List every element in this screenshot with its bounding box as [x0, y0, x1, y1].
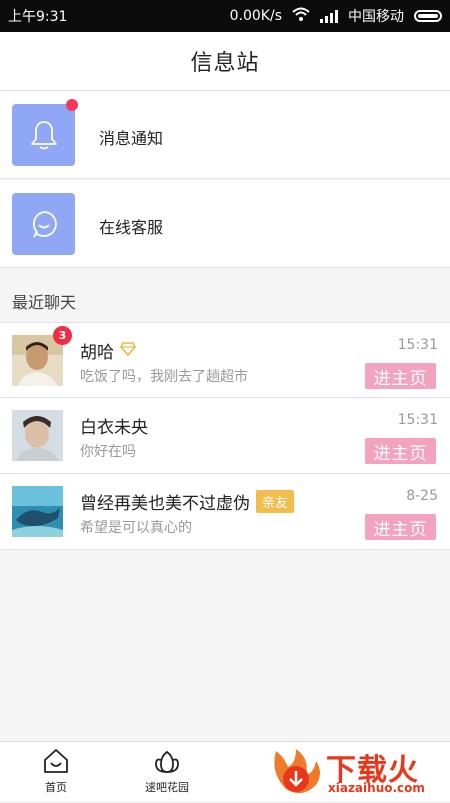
bell-icon: [12, 104, 75, 166]
page-title: 信息站: [190, 51, 260, 76]
chat-name-text: 白衣未央: [80, 418, 148, 438]
unread-badge: 3: [53, 326, 72, 345]
signal-icon: [320, 9, 338, 23]
chat-time: 15:31: [397, 337, 438, 353]
avatar: [12, 486, 63, 537]
unread-dot: [66, 99, 78, 111]
chat-bubble-icon: [12, 193, 75, 255]
chat-message: 你好在吗: [80, 444, 136, 460]
visit-homepage-button[interactable]: 进主页: [365, 438, 436, 464]
status-time: 上午9:31: [8, 9, 68, 25]
notice-label: 消息通知: [99, 129, 164, 148]
status-right: 0.00K/s 中国移动: [230, 6, 442, 26]
watermark: 下载火 xiazaihuo.com: [264, 741, 450, 800]
status-bar: 上午9:31 0.00K/s 中国移动: [0, 0, 450, 32]
chat-message: 希望是可以真心的: [80, 520, 192, 536]
wifi-icon: [292, 7, 310, 25]
chat-row[interactable]: 3 胡哈 吃饭了吗，我刚去了趟超市 15:31 进主页: [0, 322, 450, 398]
battery-icon: [414, 10, 442, 22]
recent-chats-heading: 最近聊天: [12, 293, 77, 312]
net-speed: 0.00K/s: [229, 8, 282, 24]
tulip-icon: [153, 750, 181, 777]
carrier-name: 中国移动: [348, 9, 404, 25]
chat-row[interactable]: 曾经再美也美不过虚伪 亲友 希望是可以真心的 8-25 进主页: [0, 474, 450, 550]
chat-message: 吃饭了吗，我刚去了趟超市: [80, 369, 248, 385]
chat-row[interactable]: 白衣未央 你好在吗 15:31 进主页: [0, 398, 450, 474]
notice-row-messages[interactable]: 消息通知: [0, 91, 450, 179]
chat-time: 8-25: [406, 488, 438, 504]
chat-name: 胡哈: [80, 338, 136, 363]
flame-logo-icon: [266, 743, 324, 803]
notice-row-support[interactable]: 在线客服: [0, 180, 450, 268]
nav-label: 首页: [45, 781, 67, 794]
chat-name-text: 胡哈: [80, 343, 114, 363]
chat-time: 15:31: [397, 412, 438, 428]
nav-garden[interactable]: 逑吧花园: [127, 748, 207, 795]
nav-label: 逑吧花园: [145, 781, 189, 794]
relation-tag: 亲友: [256, 490, 295, 513]
chat-name: 白衣未央: [80, 413, 148, 438]
app-header: 信息站: [0, 32, 450, 91]
notice-label: 在线客服: [99, 218, 164, 237]
avatar: [12, 410, 63, 461]
nav-home[interactable]: 首页: [16, 748, 96, 795]
diamond-icon: [120, 341, 136, 361]
visit-homepage-button[interactable]: 进主页: [365, 363, 436, 389]
watermark-url: xiazaihuo.com: [328, 781, 425, 795]
visit-homepage-button[interactable]: 进主页: [365, 514, 436, 540]
chat-name-text: 曾经再美也美不过虚伪: [80, 494, 250, 514]
home-icon: [42, 749, 70, 777]
chat-name: 曾经再美也美不过虚伪 亲友: [80, 489, 295, 514]
